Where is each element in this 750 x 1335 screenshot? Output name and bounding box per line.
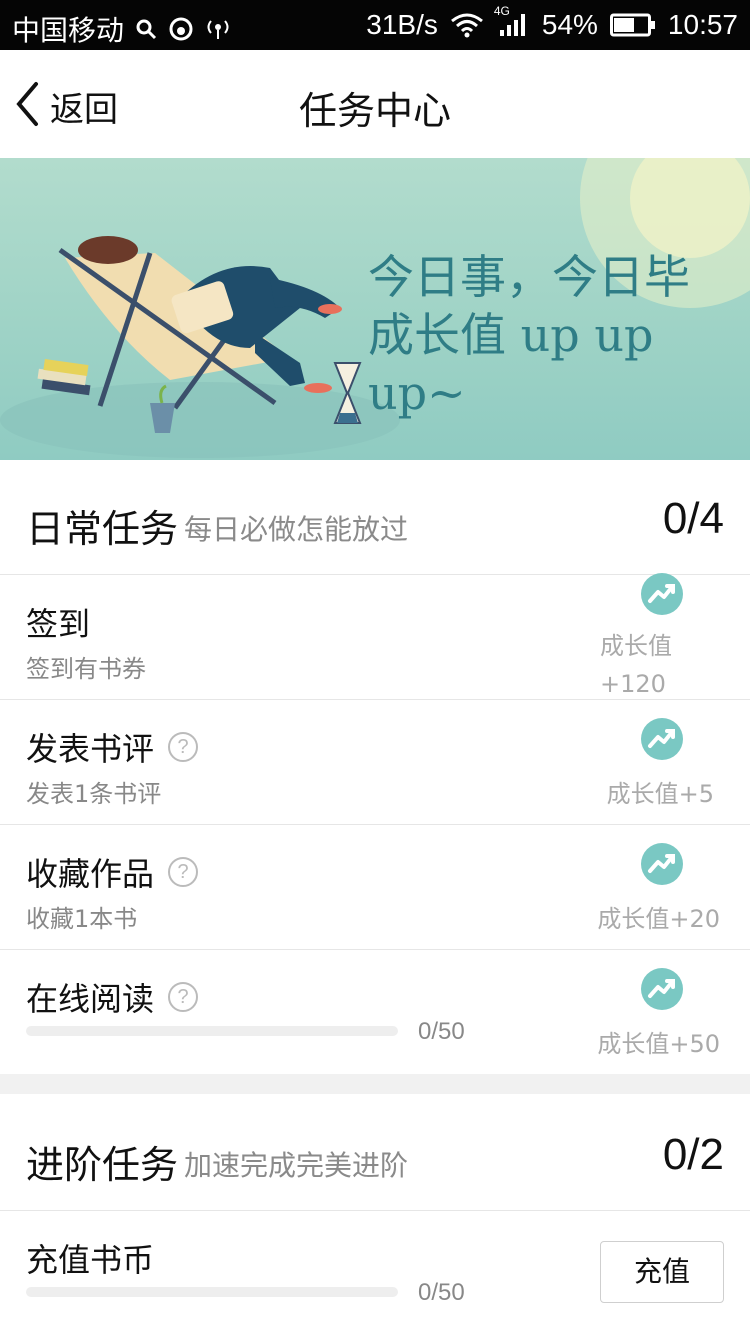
network-speed: 31B/s	[366, 9, 438, 40]
help-icon[interactable]: ?	[168, 982, 199, 1012]
section-divider	[0, 1074, 750, 1094]
task-online-reading[interactable]: 在线阅读 ? 0/50 成长值+50	[0, 950, 750, 1074]
growth-trend-icon	[641, 573, 683, 615]
status-bar: 中国移动 31B/s 4G 54% 10:57	[0, 0, 750, 50]
banner-line2: 成长值 up up up~	[368, 308, 654, 420]
task-desc: 发表1条书评	[26, 780, 162, 808]
cell-signal-icon: 4G	[494, 4, 530, 38]
task-recharge[interactable]: 充值书币 0/50 充值	[0, 1211, 750, 1335]
network-type: 4G	[493, 4, 510, 18]
task-title: 签到	[26, 605, 91, 643]
growth-reward: 成长值 +120	[600, 627, 672, 703]
carrier-label: 中国移动	[12, 15, 125, 46]
clock: 10:57	[667, 9, 738, 40]
signal-broadcast-icon	[204, 17, 232, 41]
advanced-tasks-header: 进阶任务 加速完成完美进阶 0/2	[0, 1096, 750, 1211]
progress-bar	[26, 1287, 398, 1297]
task-sign-in[interactable]: 签到 签到有书券 成长值 +120	[0, 573, 750, 703]
task-write-review[interactable]: 发表书评 ? 发表1条书评 成长值+5	[0, 700, 750, 825]
growth-trend-icon	[641, 843, 683, 885]
page-title: 任务中心	[298, 89, 451, 133]
advanced-tasks-subtitle: 加速完成完美进阶	[184, 1149, 409, 1182]
task-title: 发表书评	[26, 730, 155, 768]
battery-percent: 54%	[541, 9, 598, 40]
task-title: 收藏作品	[26, 855, 155, 893]
banner: 今日事，今日毕 成长值 up up up~	[0, 158, 750, 460]
task-desc: 收藏1本书	[26, 905, 138, 933]
recharge-button[interactable]: 充值	[600, 1241, 724, 1303]
banner-line1: 今日事，今日毕	[368, 250, 690, 304]
search-icon	[134, 17, 158, 41]
reward-line2: +120	[600, 670, 666, 698]
task-title-wrap: 签到	[26, 599, 90, 645]
task-title: 充值书币	[26, 1241, 155, 1279]
help-icon[interactable]: ?	[168, 857, 199, 887]
advanced-tasks-count: 0/2	[662, 1130, 724, 1179]
progress-text: 0/50	[418, 1279, 465, 1306]
task-desc: 签到有书券	[26, 655, 146, 683]
nav-bar: 返回 任务中心	[0, 50, 750, 158]
progress-text: 0/50	[418, 1018, 465, 1045]
task-title-wrap: 在线阅读 ?	[26, 974, 199, 1020]
growth-trend-icon	[641, 968, 683, 1010]
progress-bar	[26, 1026, 398, 1036]
daily-tasks-count: 0/4	[662, 494, 724, 543]
banner-slogan: 今日事，今日毕 成长值 up up up~	[368, 248, 750, 422]
netease-icon	[168, 16, 194, 42]
growth-reward: 成长值+50	[597, 1030, 720, 1058]
wifi-icon	[450, 12, 484, 38]
task-title: 在线阅读	[26, 980, 155, 1018]
growth-reward: 成长值+20	[597, 905, 720, 933]
daily-tasks-header: 日常任务 每日必做怎能放过 0/4	[0, 460, 750, 575]
task-title-wrap: 发表书评 ?	[26, 724, 199, 770]
daily-tasks-subtitle: 每日必做怎能放过	[184, 513, 409, 546]
task-title-wrap: 收藏作品 ?	[26, 849, 199, 895]
daily-tasks-title: 日常任务	[26, 507, 179, 551]
battery-icon	[609, 13, 656, 37]
task-collect-work[interactable]: 收藏作品 ? 收藏1本书 成长值+20	[0, 825, 750, 950]
growth-trend-icon	[641, 718, 683, 760]
growth-reward: 成长值+5	[606, 780, 714, 808]
reward-line1: 成长值	[600, 632, 672, 660]
advanced-tasks-title: 进阶任务	[26, 1143, 179, 1187]
task-title-wrap: 充值书币	[26, 1235, 154, 1281]
help-icon[interactable]: ?	[168, 732, 199, 762]
